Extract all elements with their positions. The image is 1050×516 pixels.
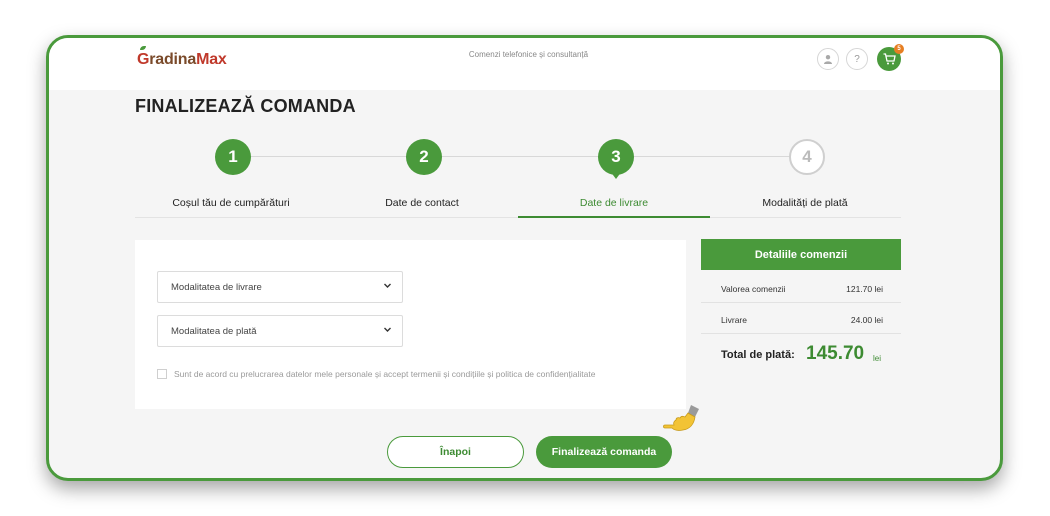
step-4-circle[interactable]: 4 bbox=[789, 139, 825, 175]
payment-method-value: Modalitatea de plată bbox=[171, 325, 257, 337]
summary-row-label: Livrare bbox=[721, 315, 747, 325]
page-title: FINALIZEAZĂ COMANDA bbox=[135, 96, 356, 116]
pointing-hand-icon bbox=[663, 405, 699, 431]
total-currency: lei bbox=[873, 354, 882, 363]
active-step-pointer bbox=[610, 171, 622, 179]
user-icon[interactable] bbox=[817, 48, 839, 70]
step-2-label[interactable]: Date de contact bbox=[326, 197, 518, 209]
step-4-label[interactable]: Modalități de plată bbox=[709, 197, 901, 209]
summary-row-value: 121.70 lei bbox=[846, 284, 883, 294]
step-2-circle[interactable]: 2 bbox=[406, 139, 442, 175]
cart-count-badge: 5 bbox=[894, 44, 904, 54]
payment-method-select[interactable]: Modalitatea de plată bbox=[157, 315, 403, 347]
step-1-label[interactable]: Coșul tău de cumpărături bbox=[135, 197, 327, 209]
step-3-label[interactable]: Date de livrare bbox=[518, 197, 710, 209]
finish-order-button[interactable]: Finalizează comanda bbox=[536, 436, 672, 468]
delivery-form: Modalitatea de livrare Modalitatea de pl… bbox=[135, 240, 686, 409]
summary-row: Livrare 24.00 lei bbox=[701, 304, 901, 334]
total-value: 145.70 bbox=[806, 343, 865, 364]
steps-connector bbox=[233, 156, 807, 157]
delivery-method-value: Modalitatea de livrare bbox=[171, 281, 262, 293]
step-3-circle[interactable]: 3 bbox=[598, 139, 634, 175]
help-glyph: ? bbox=[854, 53, 860, 65]
chevron-down-icon bbox=[383, 325, 392, 337]
help-icon[interactable]: ? bbox=[846, 48, 868, 70]
delivery-method-select[interactable]: Modalitatea de livrare bbox=[157, 271, 403, 303]
consent-checkbox[interactable] bbox=[157, 369, 167, 379]
consent-row: Sunt de acord cu prelucrarea datelor mel… bbox=[157, 369, 595, 379]
chevron-down-icon bbox=[383, 281, 392, 293]
summary-row-label: Valorea comenzii bbox=[721, 284, 786, 294]
order-summary-title: Detaliile comenzii bbox=[701, 239, 901, 270]
consent-label[interactable]: Sunt de acord cu prelucrarea datelor mel… bbox=[174, 369, 595, 379]
app-window: GradinaMax Comenzi telefonice și consult… bbox=[46, 35, 1003, 481]
step-1-circle[interactable]: 1 bbox=[215, 139, 251, 175]
summary-row-value: 24.00 lei bbox=[850, 315, 883, 325]
total-label: Total de plată: bbox=[721, 349, 795, 361]
active-step-underline bbox=[518, 216, 710, 218]
top-bar: GradinaMax Comenzi telefonice și consult… bbox=[49, 38, 1000, 90]
summary-row: Valorea comenzii 121.70 lei bbox=[701, 273, 901, 303]
back-button[interactable]: Înapoi bbox=[387, 436, 524, 468]
